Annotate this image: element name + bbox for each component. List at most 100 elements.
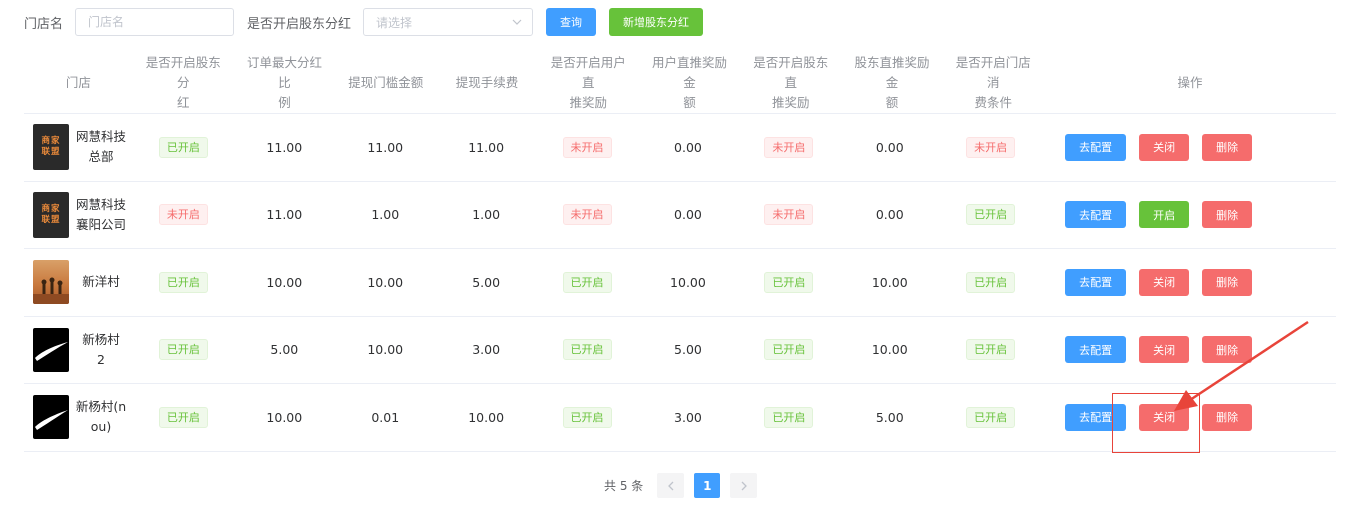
dividend-status-label: 是否开启股东分红 xyxy=(247,16,352,32)
table-row: 商家 联盟 网慧科技 总部 已开启 11.00 11.00 11.00 未开启 0.… xyxy=(24,114,1336,182)
holder-amount-value: 10.00 xyxy=(871,342,908,358)
fee-value: 10.00 xyxy=(468,409,505,425)
threshold-value: 1.00 xyxy=(371,207,400,223)
max-ratio-value: 5.00 xyxy=(270,342,299,358)
status-badge: 已开启 xyxy=(966,271,1016,293)
delete-button[interactable]: 删除 xyxy=(1202,201,1253,229)
chevron-down-icon xyxy=(512,19,522,25)
close-button[interactable]: 关闭 xyxy=(1139,268,1190,296)
delete-button[interactable]: 删除 xyxy=(1202,133,1253,161)
swoosh-logo xyxy=(33,395,69,440)
user-amount-value: 5.00 xyxy=(674,342,702,358)
configure-button[interactable]: 去配置 xyxy=(1065,268,1127,296)
threshold-value: 0.01 xyxy=(371,409,400,425)
close-button[interactable]: 关闭 xyxy=(1139,336,1190,364)
status-badge: 未开启 xyxy=(764,204,814,226)
next-page-button[interactable] xyxy=(730,473,758,498)
max-ratio-value: 11.00 xyxy=(266,139,303,155)
close-button[interactable]: 关闭 xyxy=(1139,133,1190,161)
holder-amount-value: 10.00 xyxy=(871,274,908,290)
max-ratio-value: 11.00 xyxy=(266,207,303,223)
open-button[interactable]: 开启 xyxy=(1139,201,1190,229)
store-name: 新杨村 2 xyxy=(82,331,120,367)
header-max-ratio: 订单最大分红比例 xyxy=(247,54,323,110)
threshold-value: 10.00 xyxy=(367,342,404,358)
threshold-value: 11.00 xyxy=(367,139,404,155)
swoosh-icon xyxy=(35,410,68,431)
fee-value: 3.00 xyxy=(472,342,501,358)
annotation-highlight-box xyxy=(1112,393,1200,453)
fee-value: 5.00 xyxy=(472,274,501,290)
max-ratio-value: 10.00 xyxy=(266,409,303,425)
holder-amount-value: 0.00 xyxy=(875,207,904,223)
status-badge: 已开启 xyxy=(158,339,208,361)
chevron-right-icon xyxy=(741,481,747,490)
header-user-reward: 是否开启用户直 推奖励 xyxy=(550,54,626,110)
dividend-status-select[interactable]: 请选择 xyxy=(363,8,534,36)
status-badge: 已开启 xyxy=(966,339,1016,361)
table-row: 商家 联盟 网慧科技 襄阳公司 未开启 11.00 1.00 1.00 未开启 0.… xyxy=(24,182,1336,249)
header-consume-condition: 是否开启门店消 费条件 xyxy=(955,54,1031,110)
actions-cell: 去配置 关闭 删除 xyxy=(1041,249,1336,316)
filter-bar: 门店名 是否开启股东分红 请选择 查询 新增股东分红 xyxy=(24,7,704,37)
delete-button[interactable]: 删除 xyxy=(1202,268,1253,296)
header-withdraw-fee: 提现手续费 xyxy=(455,74,519,90)
delete-button[interactable]: 删除 xyxy=(1202,336,1253,364)
add-dividend-button[interactable]: 新增股东分红 xyxy=(609,8,704,36)
store-name: 网慧科技 总部 xyxy=(75,129,126,165)
fee-value: 11.00 xyxy=(468,139,505,155)
header-actions: 操作 xyxy=(1177,74,1203,90)
actions-cell: 去配置 关闭 删除 xyxy=(1041,317,1336,384)
header-user-reward-amount: 用户直推奖励金额 xyxy=(652,54,728,110)
fee-value: 1.00 xyxy=(472,207,501,223)
holder-amount-value: 5.00 xyxy=(875,409,904,425)
store-cell: 新洋村 xyxy=(24,249,133,316)
configure-button[interactable]: 去配置 xyxy=(1065,133,1127,161)
max-ratio-value: 10.00 xyxy=(266,274,303,290)
swoosh-logo xyxy=(33,327,69,372)
delete-button[interactable]: 删除 xyxy=(1202,403,1253,431)
status-badge: 已开启 xyxy=(966,204,1016,226)
threshold-value: 10.00 xyxy=(367,274,404,290)
pagination: 共 5 条 1 xyxy=(604,473,767,498)
total-count: 共 5 条 xyxy=(604,479,644,493)
table-row: 新洋村 已开启 10.00 10.00 5.00 已开启 10.00 已开启 1… xyxy=(24,249,1336,317)
status-badge: 已开启 xyxy=(966,406,1016,428)
prev-page-button[interactable] xyxy=(657,473,685,498)
configure-button[interactable]: 去配置 xyxy=(1065,336,1127,364)
page-number[interactable]: 1 xyxy=(694,473,721,498)
merchant-league-logo: 商家 联盟 xyxy=(33,124,69,171)
store-name: 新杨村(n ou) xyxy=(75,399,127,435)
header-withdraw-threshold: 提现门槛金额 xyxy=(348,74,424,90)
merchant-league-logo: 商家 联盟 xyxy=(33,191,69,238)
status-badge: 未开启 xyxy=(562,204,612,226)
status-badge: 已开启 xyxy=(158,406,208,428)
header-holder-reward: 是否开启股东直 推奖励 xyxy=(753,54,829,110)
table-header: 门店 是否开启股东分红 订单最大分红比例 提现门槛金额 提现手续费 是否开启用户… xyxy=(24,52,1336,114)
status-badge: 未开启 xyxy=(966,136,1016,158)
table-row: 新杨村 2 已开启 5.00 10.00 3.00 已开启 5.00 已开启 10… xyxy=(24,317,1336,384)
store-name: 新洋村 xyxy=(82,274,120,290)
status-badge: 已开启 xyxy=(764,406,814,428)
store-name-label: 门店名 xyxy=(24,16,64,32)
status-badge: 已开启 xyxy=(562,339,612,361)
swoosh-icon xyxy=(35,341,68,361)
status-badge: 已开启 xyxy=(158,271,208,293)
dividend-table: 门店 是否开启股东分红 订单最大分红比例 提现门槛金额 提现手续费 是否开启用户… xyxy=(24,52,1336,452)
store-cell: 商家 联盟 网慧科技 襄阳公司 xyxy=(24,182,133,249)
configure-button[interactable]: 去配置 xyxy=(1065,201,1127,229)
status-badge: 已开启 xyxy=(158,136,208,158)
desert-photo xyxy=(33,260,69,305)
status-badge: 未开启 xyxy=(158,204,208,226)
store-cell: 商家 联盟 网慧科技 总部 xyxy=(24,114,133,181)
store-name-input[interactable] xyxy=(75,8,235,36)
status-badge: 已开启 xyxy=(562,406,612,428)
holder-amount-value: 0.00 xyxy=(875,139,904,155)
user-amount-value: 10.00 xyxy=(670,274,706,290)
actions-cell: 去配置 关闭 删除 xyxy=(1041,114,1336,181)
user-amount-value: 0.00 xyxy=(674,139,702,155)
status-badge: 已开启 xyxy=(562,271,612,293)
header-dividend: 是否开启股东分红 xyxy=(145,54,221,110)
user-amount-value: 3.00 xyxy=(674,409,702,425)
query-button[interactable]: 查询 xyxy=(546,8,597,36)
